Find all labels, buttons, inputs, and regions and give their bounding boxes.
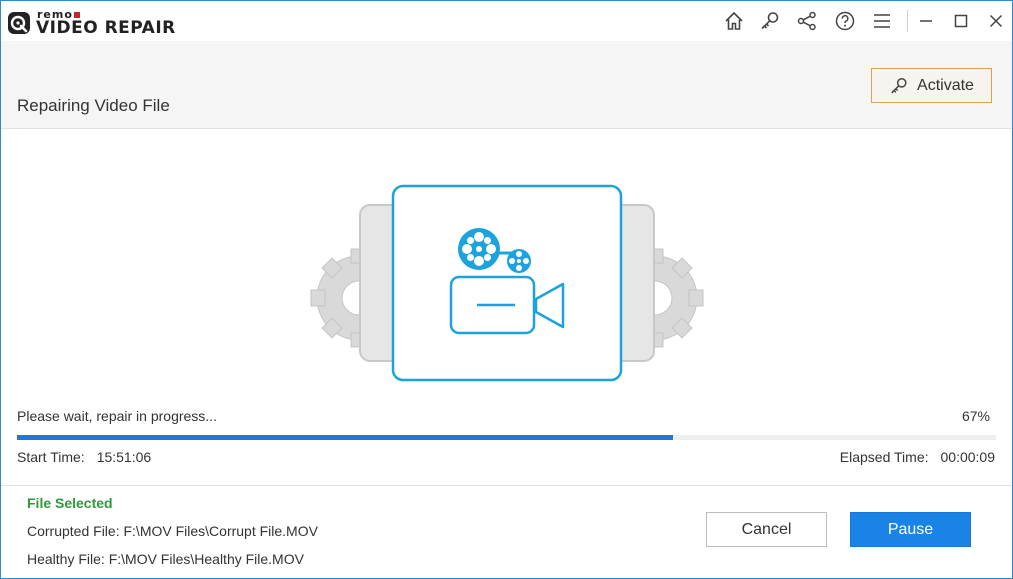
menu-icon[interactable]	[870, 9, 894, 33]
start-time-label: Start Time:	[17, 449, 85, 465]
footer-divider	[1, 485, 1012, 486]
progress-bar	[17, 435, 996, 440]
file-selected-heading: File Selected	[27, 495, 113, 511]
titlebar-separator	[907, 10, 908, 32]
logo-text-product: VIDEO REPAIR	[36, 18, 176, 38]
cancel-button[interactable]: Cancel	[706, 512, 827, 547]
key-icon[interactable]	[758, 9, 782, 33]
status-text: Please wait, repair in progress...	[17, 408, 217, 424]
repair-illustration	[310, 184, 704, 382]
home-icon[interactable]	[722, 9, 746, 33]
elapsed-time-value: 00:00:09	[940, 449, 996, 465]
progress-bar-fill	[17, 435, 673, 440]
app-window: remo VIDEO REPAIR Repairing Video File A…	[0, 0, 1013, 579]
progress-percent: 67%	[961, 408, 990, 424]
maximize-icon[interactable]	[949, 9, 973, 33]
help-icon[interactable]	[833, 9, 857, 33]
title-bar: remo VIDEO REPAIR	[1, 1, 1012, 41]
corrupted-file-path: Corrupted File: F:\MOV Files\Corrupt Fil…	[27, 523, 318, 539]
close-icon[interactable]	[984, 9, 1008, 33]
start-time-value: 15:51:06	[96, 449, 152, 465]
remo-logo-icon	[8, 12, 30, 34]
elapsed-time: Elapsed Time: 00:00:09	[840, 449, 995, 465]
activate-button[interactable]: Activate	[871, 68, 992, 103]
page-header: Repairing Video File Activate	[1, 41, 1012, 129]
key-icon	[891, 77, 907, 93]
minimize-icon[interactable]	[914, 9, 938, 33]
pause-button[interactable]: Pause	[850, 512, 971, 547]
healthy-file-path: Healthy File: F:\MOV Files\Healthy File.…	[27, 551, 304, 567]
share-icon[interactable]	[795, 9, 819, 33]
app-logo: remo VIDEO REPAIR	[7, 7, 187, 38]
page-title: Repairing Video File	[17, 96, 170, 115]
start-time: Start Time: 15:51:06	[17, 449, 151, 465]
elapsed-time-label: Elapsed Time:	[839, 449, 929, 465]
activate-label: Activate	[917, 76, 974, 94]
